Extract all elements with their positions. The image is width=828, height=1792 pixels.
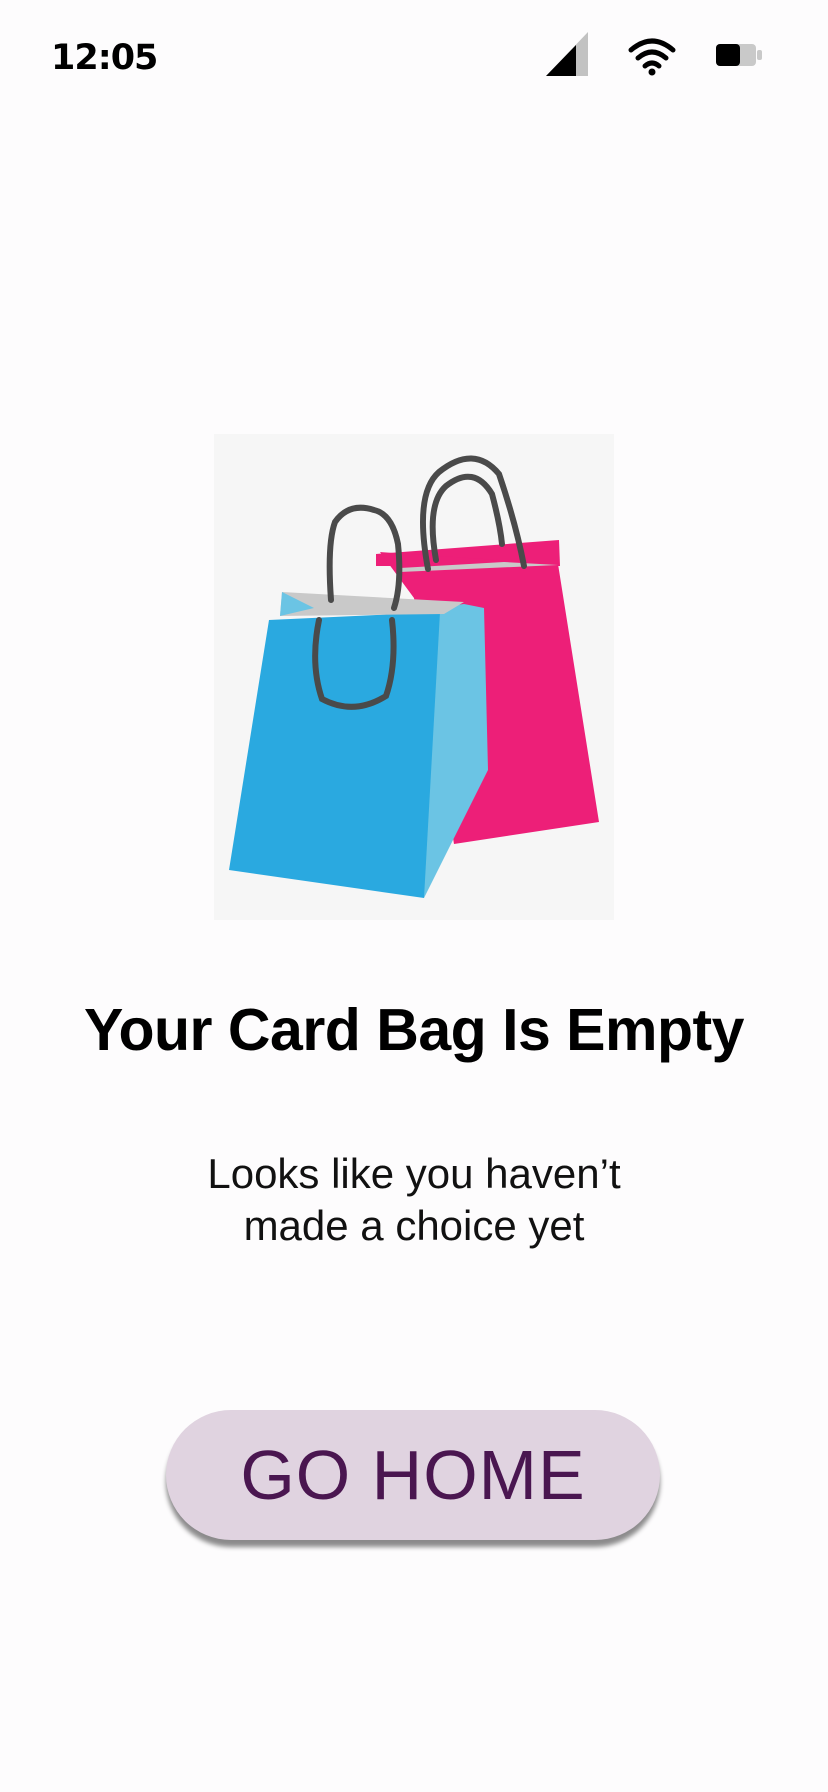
status-time: 12:05 — [51, 38, 158, 78]
empty-state-title: Your Card Bag Is Empty — [84, 997, 744, 1063]
empty-cart-screen: 12:05 Your Card Bag Is Empty Looks like … — [0, 0, 828, 1792]
shopping-bags-illustration — [214, 434, 614, 920]
subtitle-line-2: made a choice yet — [243, 1202, 585, 1249]
signal-icon — [546, 32, 588, 76]
battery-icon — [716, 44, 762, 66]
status-bar: 12:05 — [0, 0, 828, 120]
go-home-label: GO HOME — [240, 1436, 586, 1514]
wifi-icon — [628, 38, 676, 76]
shopping-bags-icon — [229, 455, 599, 898]
subtitle-line-1: Looks like you haven’t — [207, 1150, 621, 1197]
empty-state-subtitle: Looks like you haven’t made a choice yet — [164, 1148, 664, 1252]
go-home-button[interactable]: GO HOME — [166, 1410, 660, 1540]
